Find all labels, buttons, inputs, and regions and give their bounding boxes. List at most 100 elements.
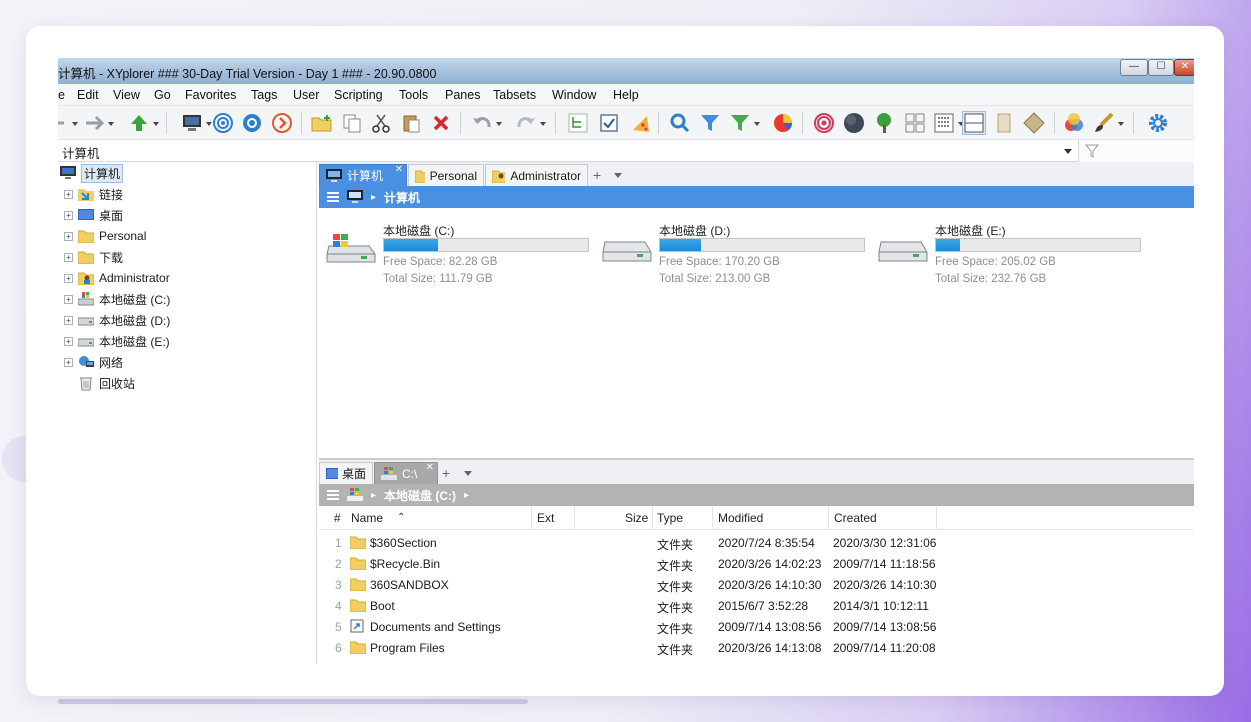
next-icon[interactable]	[270, 111, 294, 135]
address-bar[interactable]: 计算机	[58, 140, 1194, 162]
color-circles-icon[interactable]	[1062, 111, 1086, 135]
settings-icon[interactable]	[1146, 111, 1170, 135]
tab-administrator[interactable]: Administrator	[485, 164, 588, 186]
tree-node-administrator[interactable]: + Administrator	[64, 269, 170, 287]
table-row[interactable]: 6 Program Files 文件夹 2020/3/26 14:13:08 2…	[319, 637, 1194, 658]
tree-node-drive-c[interactable]: + 本地磁盘 (C:)	[64, 290, 170, 308]
menu-icon[interactable]	[327, 190, 339, 204]
expand-icon[interactable]: +	[64, 252, 73, 262]
back-arrow-icon[interactable]	[58, 111, 78, 135]
expand-icon[interactable]: +	[64, 189, 73, 199]
undo-icon[interactable]	[470, 111, 502, 135]
tree-plant-icon[interactable]	[872, 111, 896, 135]
tab-desktop[interactable]: 桌面	[319, 462, 373, 484]
expand-icon[interactable]: +	[64, 294, 73, 304]
close-tab-icon[interactable]: ✕	[426, 462, 434, 473]
column-name[interactable]: Name	[351, 511, 383, 525]
expand-icon[interactable]: +	[64, 231, 73, 241]
minimize-button[interactable]: —	[1120, 59, 1148, 76]
new-tab-icon[interactable]: +	[442, 465, 450, 481]
checkbox-icon[interactable]	[597, 111, 621, 135]
computer-icon[interactable]	[180, 111, 212, 135]
brush-icon[interactable]	[1092, 111, 1124, 135]
tree-node-network[interactable]: + 网络	[64, 353, 123, 371]
breadcrumb-item[interactable]: 本地磁盘 (C:)	[384, 487, 456, 504]
panel-icon[interactable]	[992, 111, 1016, 135]
find-files-icon[interactable]	[240, 111, 264, 135]
new-tab-icon[interactable]: +	[593, 167, 601, 183]
menu-panes[interactable]: Panes	[445, 88, 480, 102]
column-num[interactable]: #	[334, 511, 341, 525]
address-dropdown-icon[interactable]	[1064, 149, 1072, 158]
expand-icon[interactable]: +	[64, 336, 73, 346]
tree-node-downloads[interactable]: + 下载	[64, 248, 123, 266]
cut-icon[interactable]	[369, 111, 393, 135]
tab-drive-c[interactable]: C:\ ✕	[374, 462, 438, 484]
tree-node-links[interactable]: + 链接	[64, 185, 123, 203]
address-value[interactable]: 计算机	[62, 143, 100, 162]
menu-help[interactable]: Help	[613, 88, 639, 102]
search-icon[interactable]	[668, 111, 692, 135]
new-folder-icon[interactable]	[310, 111, 334, 135]
close-tab-icon[interactable]: ✕	[395, 164, 403, 175]
menu-window[interactable]: Window	[552, 88, 596, 102]
menu-scripting[interactable]: Scripting	[334, 88, 383, 102]
up-arrow-icon[interactable]	[127, 111, 159, 135]
expand-icon[interactable]: +	[64, 210, 73, 220]
delete-icon[interactable]	[429, 111, 453, 135]
table-row[interactable]: 3 360SANDBOX 文件夹 2020/3/26 14:10:30 2020…	[319, 574, 1194, 595]
tab-computer[interactable]: 计算机 ✕	[319, 164, 407, 186]
drive-tile-c[interactable]: 本地磁盘 (C:) Free Space: 82.28 GB Total Siz…	[325, 222, 601, 292]
menu-tags[interactable]: Tags	[251, 88, 277, 102]
column-type[interactable]: Type	[657, 511, 683, 525]
spiral-icon[interactable]	[812, 111, 836, 135]
column-ext[interactable]: Ext	[537, 511, 554, 525]
dual-pane-icon[interactable]	[962, 111, 986, 135]
tree-icon[interactable]	[566, 111, 590, 135]
menu-file[interactable]: e	[58, 88, 65, 102]
live-filter-box[interactable]	[1078, 140, 1194, 162]
menu-edit[interactable]: Edit	[77, 88, 99, 102]
visual-filter-icon[interactable]	[728, 111, 760, 135]
expand-icon[interactable]: +	[64, 273, 73, 283]
drive-tile-d[interactable]: 本地磁盘 (D:) Free Space: 170.20 GB Total Si…	[601, 222, 877, 292]
table-row[interactable]: 5 Documents and Settings 文件夹 2009/7/14 1…	[319, 616, 1194, 637]
breadcrumb-chevron-icon[interactable]: ▸	[464, 490, 469, 501]
moon-icon[interactable]	[842, 111, 866, 135]
tree-node-personal[interactable]: + Personal	[64, 227, 146, 245]
forward-arrow-icon[interactable]	[82, 111, 114, 135]
menu-go[interactable]: Go	[154, 88, 171, 102]
table-row[interactable]: 2 $Recycle.Bin 文件夹 2020/3/26 14:02:23 20…	[319, 553, 1194, 574]
menu-tools[interactable]: Tools	[399, 88, 428, 102]
redo-icon[interactable]	[514, 111, 546, 135]
menu-tabsets[interactable]: Tabsets	[493, 88, 536, 102]
tab-personal[interactable]: Personal	[408, 164, 484, 186]
tree-node-computer[interactable]: 计算机	[60, 163, 124, 183]
tree-node-recycle-bin[interactable]: 回收站	[78, 374, 135, 392]
drive-tile-e[interactable]: 本地磁盘 (E:) Free Space: 205.02 GB Total Si…	[877, 222, 1153, 292]
breadcrumb-item[interactable]: 计算机	[384, 189, 420, 206]
table-row[interactable]: 1 $360Section 文件夹 2020/7/24 8:35:54 2020…	[319, 532, 1194, 553]
filter-icon[interactable]	[698, 111, 722, 135]
menu-user[interactable]: User	[293, 88, 319, 102]
column-modified[interactable]: Modified	[718, 511, 763, 525]
menu-favorites[interactable]: Favorites	[185, 88, 236, 102]
tree-node-desktop[interactable]: + 桌面	[64, 206, 123, 224]
pizza-icon[interactable]	[628, 111, 652, 135]
column-created[interactable]: Created	[834, 511, 877, 525]
maximize-button[interactable]: ☐	[1148, 59, 1174, 76]
paste-icon[interactable]	[399, 111, 423, 135]
tab-list-dropdown-icon[interactable]	[614, 173, 622, 182]
diamond-icon[interactable]	[1022, 111, 1046, 135]
menu-icon[interactable]	[327, 488, 339, 502]
close-button[interactable]: ✕	[1174, 59, 1194, 76]
copy-icon[interactable]	[340, 111, 364, 135]
grid-view-icon[interactable]	[903, 111, 927, 135]
column-size[interactable]: Size	[625, 511, 648, 525]
details-view-icon[interactable]	[932, 111, 964, 135]
expand-icon[interactable]: +	[64, 357, 73, 367]
menu-view[interactable]: View	[113, 88, 140, 102]
table-row[interactable]: 4 Boot 文件夹 2015/6/7 3:52:28 2014/3/1 10:…	[319, 595, 1194, 616]
tab-list-dropdown-icon[interactable]	[464, 471, 472, 480]
tree-node-drive-d[interactable]: + 本地磁盘 (D:)	[64, 311, 170, 329]
